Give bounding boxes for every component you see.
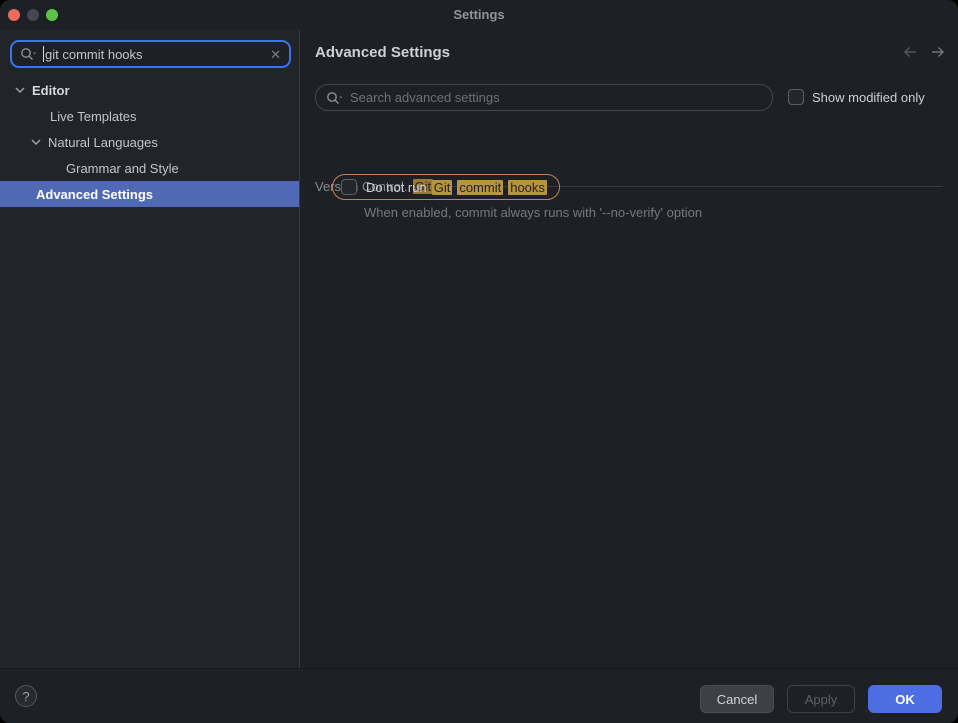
search-icon bbox=[20, 47, 37, 61]
sidebar-item-editor[interactable]: Editor bbox=[0, 77, 299, 103]
do-not-run-git-hooks-option[interactable]: Do not run Git commit hooks bbox=[332, 174, 560, 200]
clear-search-icon[interactable]: ✕ bbox=[270, 48, 281, 61]
advanced-search-field[interactable] bbox=[315, 84, 773, 111]
checkbox-label: Show modified only bbox=[812, 90, 925, 105]
match-highlight: commit bbox=[457, 180, 503, 195]
cancel-button[interactable]: Cancel bbox=[700, 685, 774, 713]
search-icon bbox=[326, 91, 343, 105]
sidebar-item-live-templates[interactable]: Live Templates bbox=[0, 103, 299, 129]
do-not-run-git-hooks-checkbox[interactable] bbox=[341, 179, 357, 195]
ok-button[interactable]: OK bbox=[868, 685, 942, 713]
text-caret bbox=[43, 46, 44, 62]
dialog-footer: ? Cancel Apply OK bbox=[0, 668, 958, 723]
sidebar-item-label: Live Templates bbox=[50, 109, 136, 124]
settings-search-input[interactable]: git commit hooks ✕ bbox=[10, 40, 291, 68]
window-title: Settings bbox=[0, 0, 958, 30]
forward-arrow-icon[interactable] bbox=[930, 46, 945, 58]
option-label: Do not run Git commit hooks bbox=[366, 180, 547, 195]
back-arrow-icon[interactable] bbox=[903, 46, 918, 58]
option-help-text: When enabled, commit always runs with '-… bbox=[364, 205, 702, 220]
sidebar-item-label: Natural Languages bbox=[48, 135, 158, 150]
search-query-text: git commit hooks bbox=[45, 47, 270, 62]
settings-sidebar: git commit hooks ✕ Editor Live Templates bbox=[0, 30, 300, 668]
match-highlight: hooks bbox=[508, 180, 547, 195]
sidebar-item-grammar-and-style[interactable]: Grammar and Style bbox=[0, 155, 299, 181]
match-highlight: Git bbox=[432, 180, 453, 195]
sidebar-item-label: Editor bbox=[32, 83, 70, 98]
apply-button[interactable]: Apply bbox=[787, 685, 855, 713]
option-label-prefix: Do not run bbox=[366, 180, 427, 195]
chevron-down-icon[interactable] bbox=[15, 87, 25, 93]
settings-tree: Editor Live Templates Natural Languages … bbox=[0, 77, 299, 207]
advanced-search-input[interactable] bbox=[350, 90, 762, 105]
settings-window: Settings git commit hooks ✕ bbox=[0, 0, 958, 723]
sidebar-item-advanced-settings[interactable]: Advanced Settings bbox=[0, 181, 299, 207]
sidebar-item-label: Grammar and Style bbox=[66, 161, 179, 176]
show-modified-only-option[interactable]: Show modified only bbox=[788, 89, 925, 105]
chevron-down-icon[interactable] bbox=[31, 139, 41, 145]
help-button[interactable]: ? bbox=[15, 685, 37, 707]
sidebar-item-label: Advanced Settings bbox=[36, 187, 153, 202]
sidebar-item-natural-languages[interactable]: Natural Languages bbox=[0, 129, 299, 155]
title-bar: Settings bbox=[0, 0, 958, 30]
advanced-settings-panel: Advanced Settings bbox=[300, 30, 958, 668]
page-title: Advanced Settings bbox=[315, 44, 450, 61]
show-modified-only-checkbox[interactable] bbox=[788, 89, 804, 105]
